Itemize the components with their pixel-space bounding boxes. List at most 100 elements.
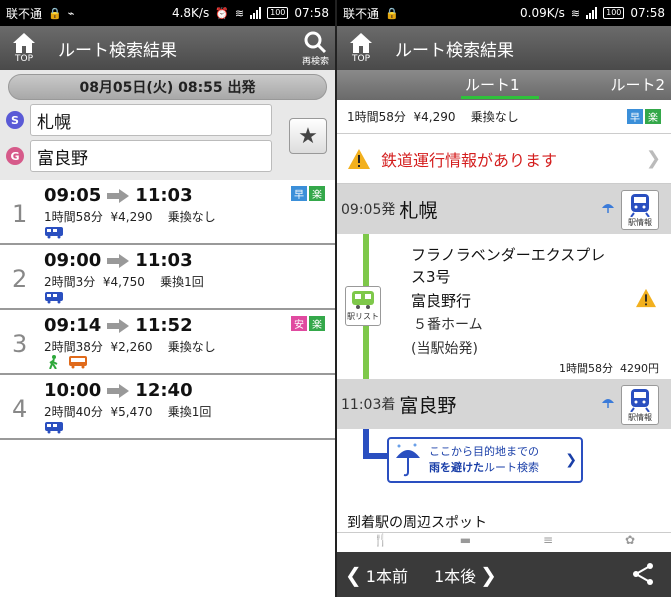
status-bar: 联不通 🔒 0.09K/s ≋ 100 07:58 [337,0,671,26]
departure-time: 09:05発 [341,202,396,218]
arrival-time: 11:03 [135,185,193,206]
next-train-button[interactable]: 1本後 ❯ [434,563,497,587]
easiest-tag-icon: 楽 [645,109,661,124]
fastest-tag-icon: 早 [291,186,307,201]
train-segment: 駅リスト フラノラベンダーエクスプレス3号 富良野行 ５番ホーム (当駅始発) … [337,234,671,379]
arrow-right-icon [107,253,130,268]
search-icon [304,31,327,53]
route-list-screen: 联不通 🔒 ⌁ 4.8K/s ⏰ ≋ 100 07:58 TOP ルート検索結果… [0,0,335,597]
shop-icon[interactable]: ≡ [543,533,553,552]
page-title: ルート検索結果 [58,40,177,61]
warning-icon[interactable] [635,288,657,308]
home-button[interactable]: TOP [4,32,44,64]
walk-icon [49,355,58,369]
chevron-right-icon: ❯ [645,148,661,169]
tab-route-2[interactable]: ルート2 [610,74,665,95]
route-item-2[interactable]: 2 09:00 11:03 2時間3分 ¥4,750 乗換1回 [0,245,335,310]
route-item-3[interactable]: 3 09:14 11:52 2時間38分 ¥2,260 乗換なし 安 楽 [0,310,335,375]
tab-route-1[interactable]: ルート1 [465,74,520,95]
rain-line-2-bold: 雨を避けた [429,461,484,474]
route-number: 3 [12,330,28,358]
train-icon [45,227,63,239]
route-item-4[interactable]: 4 10:00 12:40 2時間40分 ¥5,470 乗換1回 [0,375,335,440]
origin-note: (当駅始発) [411,341,478,357]
departure-time: 09:00 [44,250,102,271]
hotel-icon[interactable]: ▬ [460,533,471,552]
restaurant-icon[interactable]: 🍴 [373,533,388,552]
from-row: S 札幌 [6,104,272,136]
arrow-right-icon [107,188,130,203]
easiest-tag-icon: 楽 [309,316,325,331]
sightseeing-icon[interactable]: ✿ [625,533,635,552]
clock: 07:58 [630,6,665,20]
arrow-right-icon [107,383,130,398]
cheapest-tag-icon: 安 [291,316,307,331]
station-info-button[interactable]: 駅情報 [621,190,659,230]
route-times: 10:00 12:40 [44,380,193,401]
chevron-left-icon: ❮ [345,562,362,587]
status-bar: 联不通 🔒 ⌁ 4.8K/s ⏰ ≋ 100 07:58 [0,0,335,26]
service-alert[interactable]: 鉄道運行情報があります ❯ [337,134,671,184]
share-icon[interactable] [631,562,655,586]
star-icon: ★ [298,123,318,149]
arrival-time: 12:40 [135,380,193,401]
departure-station-name: 札幌 [399,199,438,222]
home-icon [350,33,372,53]
network-speed: 0.09K/s [520,6,565,20]
route-detail: 2時間3分 ¥4,750 乗換1回 [44,275,204,289]
datetime-button[interactable]: 08月05日(火) 08:55 出発 [8,74,327,100]
train-icon [45,422,63,434]
warning-icon [348,148,370,169]
route-times: 09:14 11:52 [44,315,193,336]
route-item-1[interactable]: 1 09:05 11:03 1時間58分 ¥4,290 乗換なし 早 楽 [0,180,335,245]
departure-time: 10:00 [44,380,102,401]
departure-time: 09:14 [44,315,102,336]
nearby-spots-title: 到着駅の周辺スポット [347,515,487,531]
previous-train-label: 1本前 [365,566,408,586]
wifi-icon: ≋ [234,6,245,20]
fastest-tag-icon: 早 [627,109,643,124]
train-name: フラノラベンダーエクスプレス3号 [411,246,606,286]
battery-icon: 100 [603,7,625,19]
start-badge: S [6,111,24,129]
route-number: 1 [12,200,28,228]
to-row: G 富良野 [6,140,272,172]
train-icon [45,292,63,304]
to-station-field[interactable]: 富良野 [30,140,272,172]
route-detail: 1時間58分 ¥4,290 乗換なし [44,210,216,224]
arrival-time: 11:03着 [341,397,396,413]
platform: ５番ホーム [413,317,483,333]
station-info-button[interactable]: 駅情報 [621,385,659,425]
route-tabs: ルート1 ルート2 [337,70,671,100]
station-list-button[interactable]: 駅リスト [345,286,381,326]
route-detail: 2時間38分 ¥2,260 乗換なし [44,340,216,354]
route-detail: 2時間40分 ¥5,470 乗換1回 [44,405,212,419]
arrival-station: 11:03着 富良野 駅情報 [337,379,671,429]
home-button[interactable]: TOP [341,32,381,64]
chevron-right-icon: ❯ [565,452,577,468]
chevron-right-icon: ❯ [480,562,497,587]
arrival-time: 11:52 [135,315,193,336]
station-list-label: 駅リスト [347,312,379,321]
from-station-field[interactable]: 札幌 [30,104,272,136]
train-icon [352,291,374,309]
route-list: 1 09:05 11:03 1時間58分 ¥4,290 乗換なし 早 楽 2 0… [0,180,335,440]
research-button[interactable]: 再検索 [302,30,329,67]
summary-text: 1時間58分 ¥4,290 乗換なし [347,110,519,124]
train-front-icon [630,389,650,412]
route-times: 09:00 11:03 [44,250,193,271]
arrival-station-name: 富良野 [399,394,457,417]
route-times: 09:05 11:03 [44,185,193,206]
previous-train-button[interactable]: ❮ 1本前 [345,563,408,587]
rain-avoid-route-button[interactable]: ここから目的地までの 雨を避けたルート検索 ❯ [387,437,583,483]
page-title: ルート検索結果 [395,40,514,61]
route-number: 4 [12,395,28,423]
active-tab-indicator [461,96,539,99]
departure-station: 09:05発 札幌 駅情報 [337,184,671,234]
rain-line-1: ここから目的地までの [429,445,539,458]
research-label: 再検索 [301,56,329,67]
alert-text: 鉄道運行情報があります [381,150,558,170]
arrival-time: 11:03 [135,250,193,271]
favorite-button[interactable]: ★ [289,118,327,154]
home-label: TOP [351,54,370,64]
